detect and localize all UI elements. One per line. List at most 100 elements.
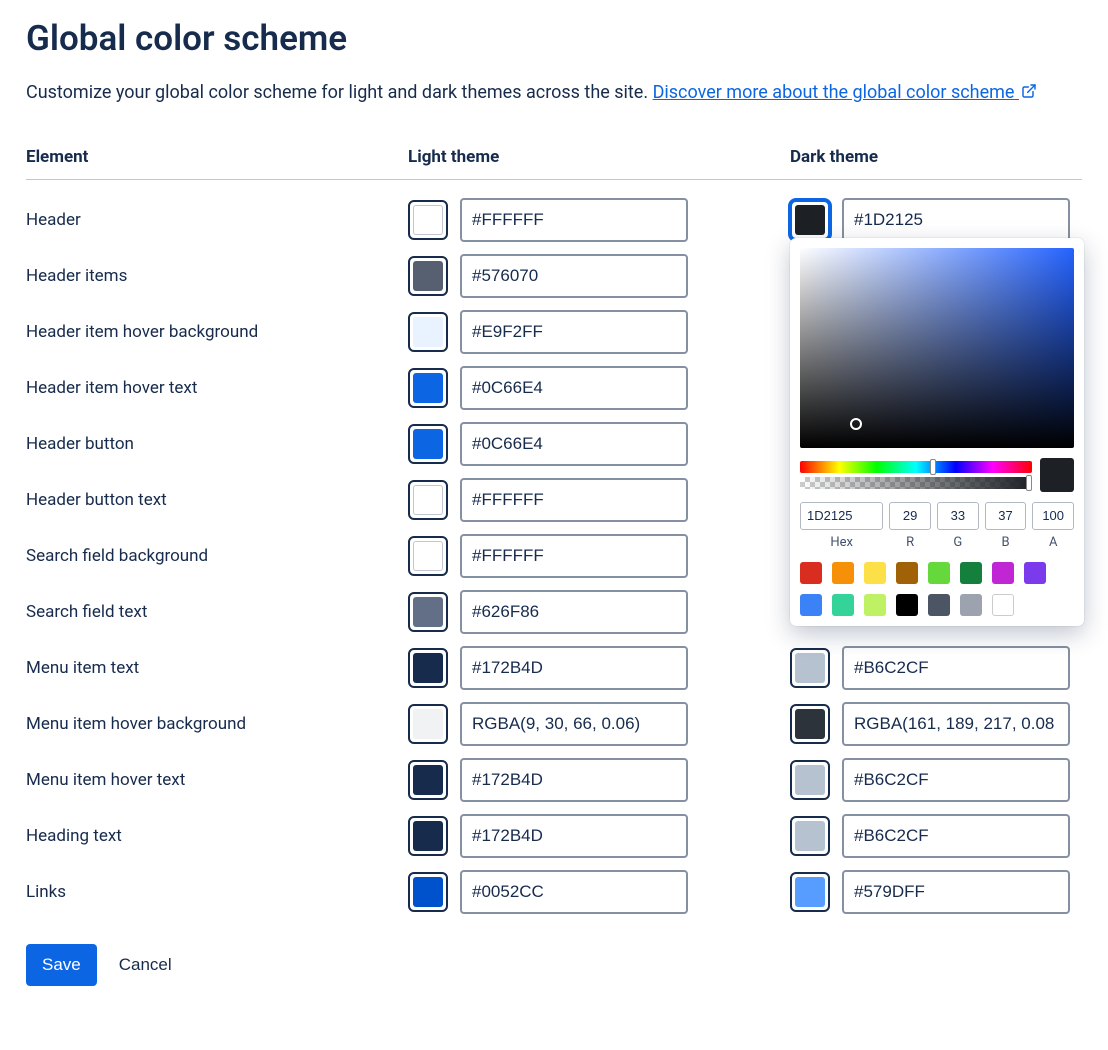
sv-area[interactable] [800, 248, 1074, 448]
picker-r-input[interactable] [889, 502, 931, 530]
color-swatch-light[interactable] [408, 760, 448, 800]
light-color-cell [408, 248, 790, 304]
color-swatch-fill [413, 877, 443, 907]
dark-color-input[interactable] [842, 814, 1070, 858]
color-swatch-light[interactable] [408, 312, 448, 352]
picker-b-label: B [1001, 535, 1009, 550]
preset-swatch[interactable] [864, 562, 886, 584]
dark-color-input[interactable] [842, 758, 1070, 802]
preset-swatch[interactable] [864, 594, 886, 616]
picker-strip-row [800, 458, 1074, 492]
light-color-input[interactable] [460, 478, 688, 522]
light-color-cell [408, 640, 790, 696]
light-color-input[interactable] [460, 254, 688, 298]
light-color-input[interactable] [460, 870, 688, 914]
cancel-button[interactable]: Cancel [111, 944, 180, 986]
preset-swatch[interactable] [960, 594, 982, 616]
picker-hex-input[interactable] [800, 502, 883, 530]
color-swatch-fill [413, 485, 443, 515]
preset-swatch[interactable] [832, 562, 854, 584]
light-color-input[interactable] [460, 758, 688, 802]
preset-swatch[interactable] [800, 594, 822, 616]
preset-swatch[interactable] [992, 594, 1014, 616]
color-swatch-dark[interactable] [790, 200, 830, 240]
preset-swatch[interactable] [896, 562, 918, 584]
light-color-input[interactable] [460, 422, 688, 466]
color-swatch-light[interactable] [408, 704, 448, 744]
color-swatch-dark[interactable] [790, 816, 830, 856]
color-swatch-fill [413, 541, 443, 571]
discover-link[interactable]: Discover more about the global color sch… [653, 82, 1037, 103]
light-color-input[interactable] [460, 702, 688, 746]
row-label: Links [26, 864, 408, 920]
light-color-cell [408, 304, 790, 360]
color-swatch-light[interactable] [408, 592, 448, 632]
color-swatch-dark[interactable] [790, 872, 830, 912]
color-swatch-fill [413, 261, 443, 291]
light-color-input[interactable] [460, 366, 688, 410]
light-color-cell [408, 360, 790, 416]
picker-b-input[interactable] [985, 502, 1027, 530]
light-color-cell [408, 528, 790, 584]
preset-swatch[interactable] [928, 594, 950, 616]
color-swatch-light[interactable] [408, 536, 448, 576]
color-swatch-dark[interactable] [790, 704, 830, 744]
row-label: Menu item hover background [26, 696, 408, 752]
preset-swatch[interactable] [960, 562, 982, 584]
color-swatch-light[interactable] [408, 480, 448, 520]
preset-swatch[interactable] [800, 562, 822, 584]
light-color-input[interactable] [460, 310, 688, 354]
description: Customize your global color scheme for l… [26, 79, 1082, 107]
picker-r-label: R [906, 535, 914, 550]
alpha-slider[interactable] [800, 477, 1032, 489]
dark-color-input[interactable] [842, 702, 1070, 746]
color-swatch-light[interactable] [408, 368, 448, 408]
color-swatch-light[interactable] [408, 200, 448, 240]
sv-cursor [850, 418, 862, 430]
light-color-input[interactable] [460, 198, 688, 242]
column-header-element: Element [26, 147, 408, 180]
light-color-input[interactable] [460, 590, 688, 634]
color-picker-popover: HexRGBA [790, 238, 1084, 626]
color-swatch-light[interactable] [408, 816, 448, 856]
dark-color-input[interactable] [842, 870, 1070, 914]
dark-color-input[interactable] [842, 198, 1070, 242]
color-swatch-light[interactable] [408, 424, 448, 464]
picker-hex-label: Hex [830, 535, 853, 550]
color-swatch-fill [413, 765, 443, 795]
picker-a-input[interactable] [1032, 502, 1074, 530]
color-swatch-fill [413, 429, 443, 459]
dark-color-cell [790, 640, 1082, 696]
row-label: Header button text [26, 472, 408, 528]
preset-swatch[interactable] [832, 594, 854, 616]
color-swatch-fill [795, 653, 825, 683]
light-color-cell [408, 472, 790, 528]
preset-swatch[interactable] [896, 594, 918, 616]
preset-swatch[interactable] [1024, 562, 1046, 584]
save-button[interactable]: Save [26, 944, 97, 986]
hue-slider[interactable] [800, 461, 1032, 473]
color-swatch-light[interactable] [408, 256, 448, 296]
dark-color-input[interactable] [842, 646, 1070, 690]
color-swatch-fill [413, 373, 443, 403]
preset-swatch[interactable] [992, 562, 1014, 584]
column-header-light: Light theme [408, 147, 790, 180]
color-swatch-dark[interactable] [790, 648, 830, 688]
light-color-input[interactable] [460, 646, 688, 690]
picker-g-input[interactable] [937, 502, 979, 530]
discover-link-text: Discover more about the global color sch… [653, 82, 1015, 103]
external-link-icon [1021, 80, 1037, 107]
light-color-cell [408, 808, 790, 864]
preset-swatch[interactable] [928, 562, 950, 584]
color-swatch-fill [413, 317, 443, 347]
color-swatch-light[interactable] [408, 872, 448, 912]
color-swatch-dark[interactable] [790, 760, 830, 800]
row-label: Header [26, 192, 408, 248]
dark-color-cell [790, 752, 1082, 808]
light-color-input[interactable] [460, 534, 688, 578]
color-swatch-fill [413, 653, 443, 683]
color-swatch-light[interactable] [408, 648, 448, 688]
row-label: Header items [26, 248, 408, 304]
row-label: Menu item hover text [26, 752, 408, 808]
light-color-input[interactable] [460, 814, 688, 858]
